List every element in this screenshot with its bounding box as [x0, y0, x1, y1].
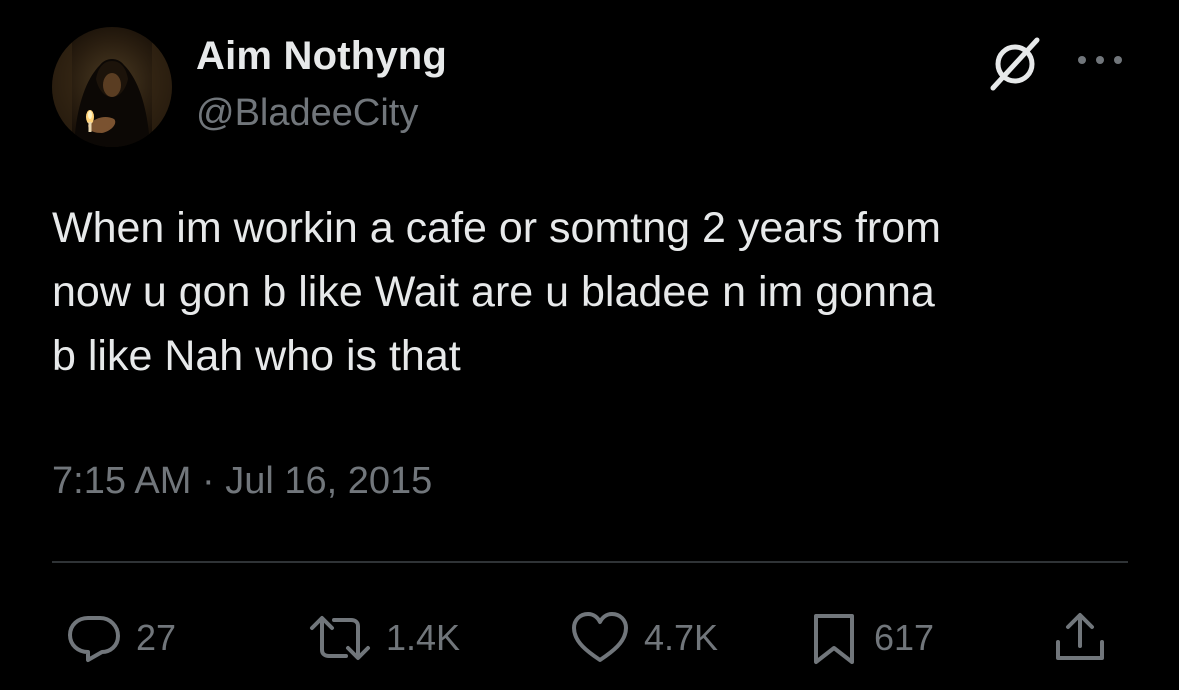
grok-button[interactable] — [985, 34, 1045, 94]
user-handle[interactable]: @BladeeCity — [196, 92, 418, 135]
like-button[interactable]: 4.7K — [570, 610, 718, 666]
user-avatar-icon — [52, 27, 172, 147]
bookmark-button[interactable]: 617 — [808, 610, 934, 666]
like-count: 4.7K — [644, 617, 719, 658]
tweet-timestamp[interactable]: 7:15 AM · Jul 16, 2015 — [52, 460, 432, 503]
heart-icon — [572, 612, 628, 662]
grok-icon — [990, 37, 1040, 91]
share-icon — [1056, 613, 1104, 660]
tweet-card: Aim Nothyng @BladeeCity When im workin a… — [0, 0, 1179, 690]
bookmark-icon — [814, 614, 854, 664]
more-options-button[interactable] — [1072, 40, 1128, 80]
repost-count: 1.4K — [386, 617, 461, 658]
repost-button[interactable]: 1.4K — [308, 610, 460, 666]
display-name[interactable]: Aim Nothyng — [196, 34, 447, 79]
more-options-icon — [1078, 56, 1122, 64]
repost-icon — [310, 616, 370, 660]
tweet-text: When im workin a cafe or somtng 2 years … — [52, 204, 941, 380]
share-button[interactable] — [1052, 610, 1108, 666]
avatar[interactable] — [52, 27, 172, 147]
reply-count: 27 — [136, 617, 177, 658]
reply-button[interactable]: 27 — [66, 610, 176, 666]
bookmark-count: 617 — [874, 617, 935, 658]
divider — [52, 561, 1128, 563]
reply-icon — [68, 616, 120, 662]
